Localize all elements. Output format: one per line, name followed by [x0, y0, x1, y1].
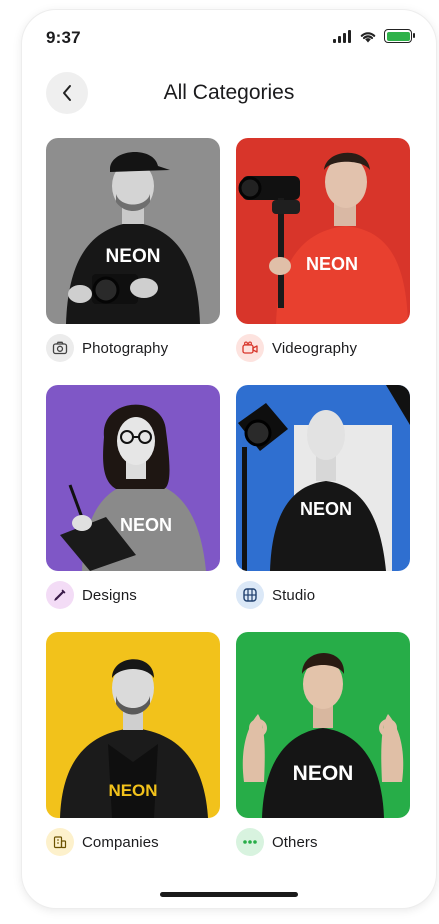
building-icon [53, 836, 67, 849]
phone-screen: 9:37 All Categories NEON Photography NEO… [22, 10, 436, 908]
category-card-others[interactable]: NEON Others [236, 632, 410, 856]
category-label: Studio [272, 586, 316, 604]
shirt-text: NEON [106, 246, 161, 267]
category-badge [46, 828, 74, 856]
shirt-text: NEON [306, 254, 358, 274]
shirt-text: NEON [120, 515, 172, 535]
category-label: Others [272, 833, 318, 851]
category-label: Companies [82, 833, 159, 851]
shirt-text: NEON [300, 499, 352, 519]
camera-icon [52, 341, 68, 355]
category-label: Photography [82, 339, 169, 357]
page-title: All Categories [163, 81, 295, 104]
category-card-videography[interactable]: NEON Videography [236, 138, 410, 362]
shirt-text: NEON [293, 762, 354, 785]
shirt-text: NEON [108, 781, 157, 800]
signal-icon [333, 29, 351, 43]
category-card-designs[interactable]: NEON Designs [46, 385, 220, 609]
wifi-icon [360, 31, 376, 42]
category-card-photography[interactable]: NEON Photography [46, 138, 220, 362]
category-image: NEON [236, 385, 410, 571]
category-label: Designs [82, 586, 137, 604]
more-dots-icon [243, 840, 257, 844]
category-image: NEON [236, 632, 410, 818]
category-image: NEON [46, 138, 220, 324]
category-badge [46, 581, 74, 609]
status-icons [333, 29, 415, 43]
category-badge [236, 581, 264, 609]
category-badge [236, 828, 264, 856]
category-image: NEON [236, 138, 410, 324]
category-image: NEON [46, 385, 220, 571]
category-card-studio[interactable]: NEON Studio [236, 385, 410, 609]
video-camera-icon [242, 341, 258, 354]
battery-icon [384, 29, 415, 43]
status-time: 9:37 [46, 28, 81, 47]
category-badge [236, 334, 264, 362]
home-indicator[interactable] [160, 892, 298, 897]
category-badge [46, 334, 74, 362]
category-label: Videography [272, 339, 358, 357]
grid-frame-icon [243, 588, 257, 602]
pen-icon [54, 589, 66, 601]
category-card-companies[interactable]: NEON Companies [46, 632, 220, 856]
category-image: NEON [46, 632, 220, 818]
